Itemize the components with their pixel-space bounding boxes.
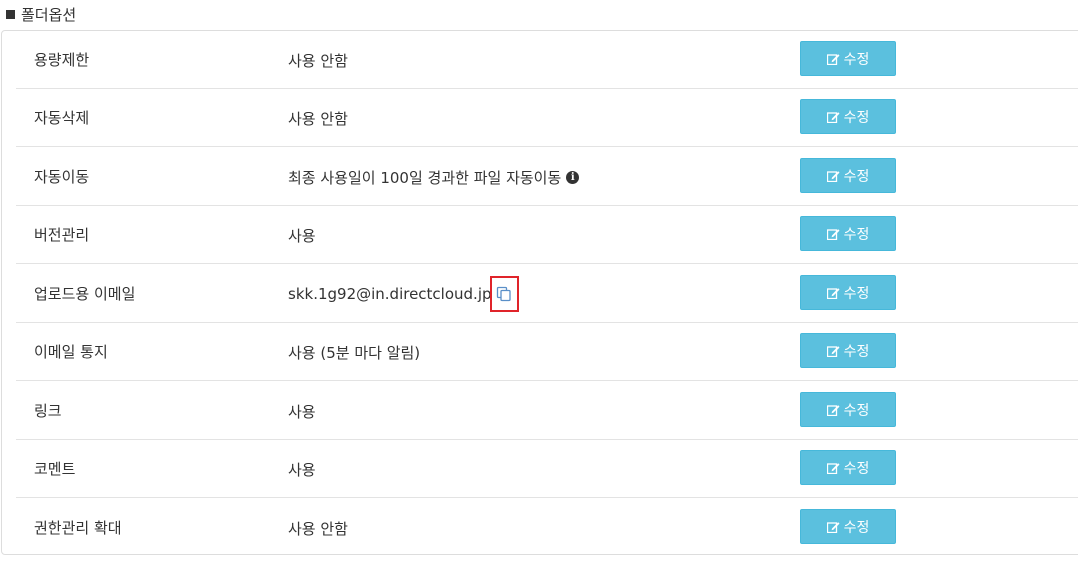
option-label: 코멘트 [34, 460, 76, 478]
option-label: 권한관리 확대 [34, 519, 122, 537]
edit-button[interactable]: 수정 [800, 333, 896, 368]
edit-icon [826, 345, 840, 357]
upload-email-address: skk.1g92@in.directcloud.jp [288, 285, 492, 303]
option-value: 최종 사용일이 100일 경과한 파일 자동이동 i [288, 148, 580, 206]
option-row-auto-move: 자동이동 최종 사용일이 100일 경과한 파일 자동이동 i 수정 [16, 148, 1078, 206]
option-value: 사용 (5분 마다 알림) [288, 343, 421, 362]
edit-icon [826, 111, 840, 123]
option-label: 버전관리 [34, 226, 90, 244]
folder-options-panel: 용량제한 사용 안함 수정 자동삭제 사용 안함 수정 자동이동 최종 사용일이… [1, 30, 1078, 555]
edit-button[interactable]: 수정 [800, 158, 896, 193]
edit-button[interactable]: 수정 [800, 450, 896, 485]
option-label: 링크 [34, 402, 62, 420]
option-value: 사용 [288, 402, 316, 421]
option-row-permission-expansion: 권한관리 확대 사용 안함 수정 [16, 499, 1078, 557]
option-label: 자동삭제 [34, 109, 90, 127]
edit-button[interactable]: 수정 [800, 509, 896, 544]
option-label: 이메일 통지 [34, 343, 108, 361]
edit-icon [826, 404, 840, 416]
info-icon[interactable]: i [566, 170, 580, 184]
option-label: 업로드용 이메일 [34, 285, 136, 303]
square-icon [6, 9, 15, 19]
section-title: 폴더옵션 [21, 5, 77, 24]
section-header: 폴더옵션 [6, 4, 76, 24]
option-value: 사용 안함 [288, 51, 348, 70]
option-value: 사용 [288, 460, 316, 479]
edit-button[interactable]: 수정 [800, 392, 896, 427]
copy-icon[interactable] [489, 276, 519, 312]
edit-button[interactable]: 수정 [800, 275, 896, 310]
option-value: skk.1g92@in.directcloud.jp [288, 265, 519, 323]
option-row-comment: 코멘트 사용 수정 [16, 440, 1078, 498]
option-row-capacity-limit: 용량제한 사용 안함 수정 [16, 31, 1078, 89]
edit-icon [826, 287, 840, 299]
option-value: 사용 안함 [288, 519, 348, 538]
edit-icon [826, 228, 840, 240]
option-label: 자동이동 [34, 168, 90, 186]
edit-button[interactable]: 수정 [800, 41, 896, 76]
option-row-email-notification: 이메일 통지 사용 (5분 마다 알림) 수정 [16, 323, 1078, 381]
edit-icon [826, 462, 840, 474]
edit-icon [826, 521, 840, 533]
edit-button[interactable]: 수정 [800, 99, 896, 134]
edit-button[interactable]: 수정 [800, 216, 896, 251]
option-row-version-control: 버전관리 사용 수정 [16, 206, 1078, 264]
edit-icon [826, 170, 840, 182]
edit-icon [826, 53, 840, 65]
option-row-auto-delete: 자동삭제 사용 안함 수정 [16, 89, 1078, 147]
option-value: 사용 [288, 226, 316, 245]
option-row-link: 링크 사용 수정 [16, 382, 1078, 440]
option-value: 사용 안함 [288, 109, 348, 128]
option-row-upload-email: 업로드용 이메일 skk.1g92@in.directcloud.jp 수정 [16, 265, 1078, 323]
option-label: 용량제한 [34, 51, 90, 69]
